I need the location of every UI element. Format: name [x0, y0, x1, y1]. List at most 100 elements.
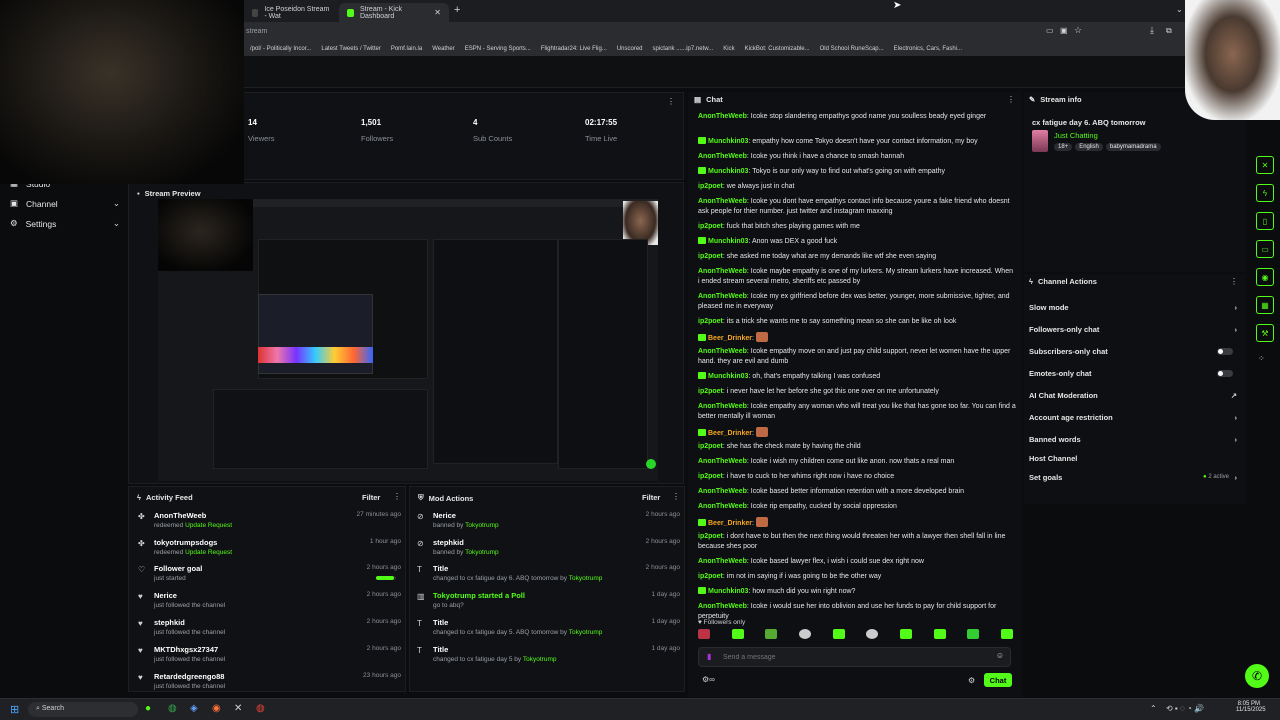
- chat-username[interactable]: AnonTheWeeb: [698, 603, 747, 610]
- microphone-icon[interactable]: ▮: [707, 652, 711, 661]
- chat-username[interactable]: ip2poet: [698, 223, 723, 230]
- chat-username[interactable]: AnonTheWeeb: [698, 558, 747, 565]
- chat-username[interactable]: ip2poet: [698, 533, 723, 540]
- chat-username[interactable]: Beer_Drinker: [708, 520, 752, 527]
- chat-username[interactable]: AnonTheWeeb: [698, 293, 747, 300]
- emote-icon[interactable]: [967, 629, 980, 639]
- chat-username[interactable]: ip2poet: [698, 388, 723, 395]
- chat-username[interactable]: AnonTheWeeb: [698, 153, 747, 160]
- chat-username[interactable]: AnonTheWeeb: [698, 488, 747, 495]
- chat-username[interactable]: AnonTheWeeb: [698, 458, 747, 465]
- chat-input-box[interactable]: ▮ ☺: [698, 647, 1011, 667]
- browser-tab[interactable]: Ice Poseidon Stream - Wat: [244, 3, 339, 22]
- chat-username[interactable]: Munchkin03: [708, 138, 748, 145]
- stream-preview-video[interactable]: [158, 199, 658, 481]
- extensions-icon[interactable]: ⧉: [1166, 26, 1172, 36]
- chat-username[interactable]: ip2poet: [698, 318, 723, 325]
- windows-start-icon[interactable]: ⊞: [10, 703, 19, 716]
- chat-username[interactable]: ip2poet: [698, 473, 723, 480]
- stream-title[interactable]: cx fatigue day 6. ABQ tomorrow: [1032, 118, 1146, 127]
- new-tab-icon[interactable]: +: [454, 4, 460, 16]
- emotes-only-toggle[interactable]: [1217, 370, 1233, 377]
- bookmark-item[interactable]: Weather: [432, 46, 455, 52]
- emote-icon[interactable]: [731, 629, 744, 639]
- taskbar-clock[interactable]: 8:05 PM 11/15/2025: [1236, 701, 1266, 713]
- add-widget-icon[interactable]: ⁘: [1258, 354, 1265, 363]
- chat-username[interactable]: AnonTheWeeb: [698, 503, 747, 510]
- bookmark-item[interactable]: Latest Tweets / Twitter: [321, 46, 380, 52]
- steam-icon[interactable]: ◈: [190, 703, 198, 714]
- chat-username[interactable]: AnonTheWeeb: [698, 403, 747, 410]
- chat-username[interactable]: Beer_Drinker: [708, 335, 752, 342]
- bookmark-item[interactable]: KickBot: Customizable...: [745, 46, 810, 52]
- tab-close-icon[interactable]: ✕: [434, 8, 441, 17]
- bookmark-item[interactable]: Pomf.lain.la: [391, 46, 422, 52]
- bookmark-item[interactable]: Old School RuneScap...: [820, 46, 884, 52]
- chat-username[interactable]: ip2poet: [698, 573, 723, 580]
- emote-icon[interactable]: [765, 629, 778, 639]
- send-chat-button[interactable]: Chat: [984, 673, 1012, 687]
- browser-tab-active[interactable]: Stream - Kick Dashboard ✕: [339, 3, 449, 22]
- rail-button[interactable]: ▭: [1256, 240, 1274, 258]
- activity-user[interactable]: tokyotrumpsdogs: [154, 538, 217, 547]
- emote-icon[interactable]: [899, 629, 912, 639]
- bookmark-item[interactable]: Kick: [723, 46, 734, 52]
- screenshot-icon[interactable]: ▣: [1060, 26, 1068, 35]
- capcut-icon[interactable]: ✕: [234, 703, 242, 714]
- emote-icon[interactable]: [1000, 629, 1013, 639]
- rail-button[interactable]: ◉: [1256, 268, 1274, 286]
- chat-username[interactable]: Munchkin03: [708, 168, 748, 175]
- tray-icons[interactable]: ⟲ ▪ ◌ ◔ 🔊: [1166, 704, 1204, 713]
- more-options-icon[interactable]: ⋮: [393, 492, 401, 501]
- chrome-icon[interactable]: ◍: [168, 703, 177, 714]
- emote-icon[interactable]: [933, 629, 946, 639]
- activity-user[interactable]: Retardedgreengo88: [154, 672, 224, 681]
- bookmark-item[interactable]: /pol/ - Politically Incor...: [250, 46, 311, 52]
- rail-button[interactable]: ϟ: [1256, 184, 1274, 202]
- action-account-age[interactable]: Account age restriction ›: [1029, 413, 1237, 422]
- bookmark-item[interactable]: ESPN - Serving Sports...: [465, 46, 531, 52]
- emoji-icon[interactable]: ☺: [996, 651, 1004, 660]
- bookmark-item[interactable]: Electronics, Cars, Fashi...: [894, 46, 962, 52]
- filter-button[interactable]: Filter: [362, 493, 380, 502]
- action-host-channel[interactable]: Host Channel: [1029, 454, 1237, 463]
- chat-username[interactable]: ip2poet: [698, 253, 723, 260]
- activity-user[interactable]: MKTDhxgsx27347: [154, 645, 218, 654]
- chat-username[interactable]: ip2poet: [698, 443, 723, 450]
- more-options-icon[interactable]: ⋮: [667, 97, 675, 106]
- chat-username[interactable]: AnonTheWeeb: [698, 198, 747, 205]
- bookmark-item[interactable]: Flightradar24: Live Flig...: [541, 46, 607, 52]
- rail-button[interactable]: ⚒: [1256, 324, 1274, 342]
- chat-username[interactable]: Munchkin03: [708, 238, 748, 245]
- action-ai-moderation[interactable]: AI Chat Moderation ↗: [1029, 391, 1237, 400]
- tab-list-chevron-icon[interactable]: ⌄: [1176, 5, 1183, 14]
- more-options-icon[interactable]: ⋮: [1007, 95, 1015, 104]
- chat-username[interactable]: AnonTheWeeb: [698, 268, 747, 275]
- emote-icon[interactable]: [866, 629, 879, 639]
- action-followers-only[interactable]: Followers-only chat ›: [1029, 325, 1237, 334]
- tray-chevron-icon[interactable]: ⌃: [1150, 704, 1157, 713]
- mod-target[interactable]: stephkid: [433, 538, 464, 547]
- rail-button[interactable]: ▯: [1256, 212, 1274, 230]
- bookmark-item[interactable]: spictank ......ip7.netw...: [653, 46, 714, 52]
- spotify-icon[interactable]: ●: [145, 703, 151, 714]
- bookmark-item[interactable]: Unscored: [617, 46, 643, 52]
- rail-button[interactable]: ▦: [1256, 296, 1274, 314]
- chat-username[interactable]: ip2poet: [698, 183, 723, 190]
- more-options-icon[interactable]: ⋮: [1230, 277, 1238, 286]
- chrome-alt-icon[interactable]: ◍: [256, 703, 265, 714]
- sidebar-item-settings[interactable]: ⚙ Settings ⌄: [10, 218, 120, 229]
- chat-username[interactable]: Beer_Drinker: [708, 430, 752, 437]
- more-options-icon[interactable]: ⋮: [672, 492, 680, 501]
- action-slow-mode[interactable]: Slow mode ›: [1029, 303, 1237, 312]
- stream-category[interactable]: Just Chatting: [1054, 131, 1098, 140]
- gear-icon[interactable]: ⚙: [968, 676, 975, 685]
- taskbar-search[interactable]: ⌕ Search: [28, 702, 138, 717]
- activity-user[interactable]: Nerice: [154, 591, 177, 600]
- chat-message-input[interactable]: [723, 651, 983, 663]
- activity-user[interactable]: stephkid: [154, 618, 185, 627]
- emote-icon[interactable]: [698, 629, 710, 639]
- download-icon[interactable]: ⤓: [1150, 25, 1154, 36]
- subscribers-only-toggle[interactable]: [1217, 348, 1233, 355]
- action-set-goals[interactable]: Set goals ● 2 active ›: [1029, 473, 1237, 482]
